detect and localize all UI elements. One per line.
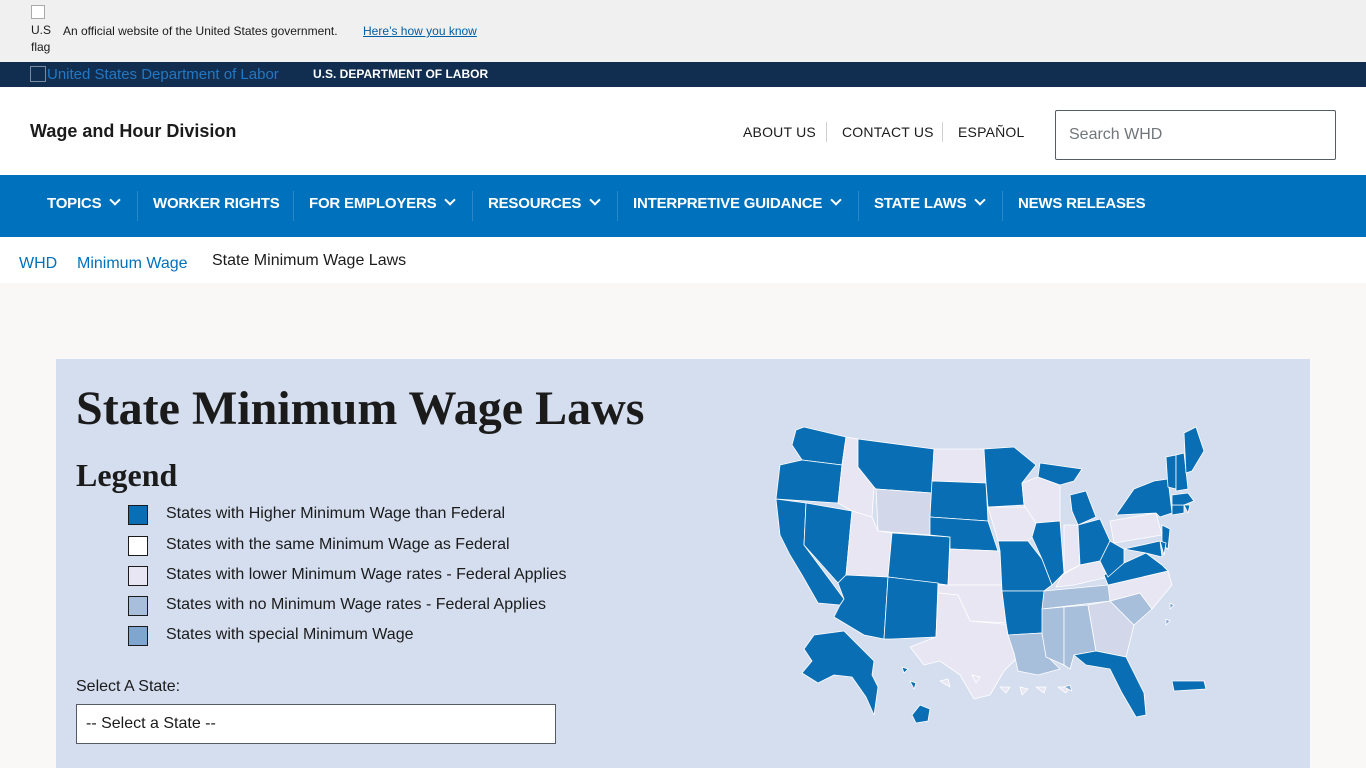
chevron-down-icon: [444, 194, 457, 206]
us-state-map[interactable]: [774, 425, 1214, 729]
state-washington: [791, 426, 847, 466]
select-state-label: Select A State:: [76, 678, 181, 695]
state-new-mexico: [883, 576, 939, 640]
territory-usvi: [939, 674, 1071, 696]
gov-banner: U.S flag An official website of the Unit…: [0, 0, 1366, 62]
legend-swatch: [128, 626, 148, 646]
legend-item-none: States with no Minimum Wage rates - Fede…: [128, 596, 648, 620]
breadcrumb-minimum-wage-link[interactable]: Minimum Wage: [77, 255, 188, 273]
legend-label: States with Higher Minimum Wage than Fed…: [166, 505, 506, 522]
dol-logo-alt-text: United States Department of Labor: [47, 66, 279, 83]
main-navigation: TOPICS WORKER RIGHTS FOR EMPLOYERS RESOU…: [0, 175, 1366, 237]
dol-agency-bar: United States Department of Labor U.S. D…: [0, 62, 1366, 87]
state-laws-panel: State Minimum Wage Laws Legend States wi…: [56, 359, 1310, 768]
site-header: Wage and Hour Division ABOUT US CONTACT …: [0, 87, 1366, 175]
legend-label: States with the same Minimum Wage as Fed…: [166, 536, 510, 553]
state-hawaii: [901, 666, 931, 724]
state-north-dakota: [931, 448, 987, 484]
nav-for-employers[interactable]: FOR EMPLOYERS: [309, 194, 457, 212]
legend-swatch: [128, 536, 148, 556]
state-oregon: [775, 459, 843, 504]
us-flag-alt-text: U.S flag: [31, 23, 52, 54]
breadcrumb-current-page: State Minimum Wage Laws: [212, 252, 407, 269]
page-title: State Minimum Wage Laws: [76, 382, 645, 435]
legend-swatch: [128, 596, 148, 616]
legend-swatch: [128, 505, 148, 525]
state-florida: [1073, 650, 1147, 718]
legend-title: Legend: [76, 457, 178, 493]
nav-for-employers-label: FOR EMPLOYERS: [309, 195, 437, 212]
nav-divider: [137, 191, 138, 221]
nav-topics[interactable]: TOPICS: [47, 194, 122, 212]
state-colorado: [887, 532, 951, 586]
legend-label: States with lower Minimum Wage rates - F…: [166, 566, 567, 583]
state-maine: [1183, 426, 1205, 474]
dol-logo[interactable]: United States Department of Labor: [30, 66, 279, 83]
contact-us-link[interactable]: CONTACT US: [842, 124, 934, 140]
chevron-down-icon: [589, 194, 601, 206]
nav-divider: [472, 191, 473, 221]
chevron-down-icon: [830, 194, 842, 206]
nav-worker-rights-label: WORKER RIGHTS: [153, 195, 280, 212]
search-input[interactable]: [1055, 110, 1336, 160]
nav-interpretive-guidance-label: INTERPRETIVE GUIDANCE: [633, 195, 823, 212]
chevron-down-icon: [974, 194, 987, 206]
site-title[interactable]: Wage and Hour Division: [30, 121, 236, 142]
nav-state-laws-label: STATE LAWS: [874, 195, 967, 212]
nav-state-laws[interactable]: STATE LAWS: [874, 194, 987, 212]
about-us-link[interactable]: ABOUT US: [743, 124, 816, 140]
state-wyoming: [875, 488, 933, 536]
utility-divider: [826, 122, 827, 142]
legend-item-same: States with the same Minimum Wage as Fed…: [128, 536, 648, 560]
nav-worker-rights[interactable]: WORKER RIGHTS: [153, 195, 280, 212]
state-kansas: [947, 548, 1003, 586]
how-you-know-link[interactable]: Here’s how you know: [363, 24, 477, 38]
nav-interpretive-guidance[interactable]: INTERPRETIVE GUIDANCE: [633, 194, 842, 212]
state-rhode-island: [1183, 504, 1191, 514]
utility-divider: [942, 122, 943, 142]
state-alaska: [801, 630, 879, 716]
nav-topics-label: TOPICS: [47, 195, 102, 212]
state-south-dakota: [929, 480, 989, 522]
state-new-york: [1115, 478, 1173, 518]
state-massachusetts: [1171, 492, 1195, 506]
us-flag-image: U.S flag: [31, 5, 57, 57]
state-arizona: [833, 574, 889, 640]
nav-divider: [617, 191, 618, 221]
state-arkansas: [1001, 590, 1045, 636]
state-select-dropdown[interactable]: -- Select a State --: [76, 704, 556, 744]
nav-resources-label: RESOURCES: [488, 195, 582, 212]
dol-agency-name[interactable]: U.S. DEPARTMENT OF LABOR: [313, 67, 488, 81]
espanol-link[interactable]: ESPAÑOL: [958, 124, 1025, 140]
breadcrumb: WHD Minimum Wage State Minimum Wage Laws: [0, 237, 1366, 283]
legend-item-higher: States with Higher Minimum Wage than Fed…: [128, 505, 648, 529]
legend-item-special: States with special Minimum Wage: [128, 626, 648, 650]
legend-item-lower: States with lower Minimum Wage rates - F…: [128, 566, 648, 590]
territory-puerto-rico: [1171, 680, 1207, 692]
legend-swatch: [128, 566, 148, 586]
state-indiana: [1063, 524, 1081, 574]
nav-resources[interactable]: RESOURCES: [488, 194, 601, 212]
chevron-down-icon: [109, 194, 122, 206]
official-website-text: An official website of the United States…: [63, 24, 338, 38]
legend-label: States with special Minimum Wage: [166, 626, 414, 643]
nav-divider: [858, 191, 859, 221]
legend-label: States with no Minimum Wage rates - Fede…: [166, 596, 547, 613]
state-pennsylvania: [1109, 512, 1163, 544]
nav-news-releases[interactable]: NEWS RELEASES: [1018, 195, 1146, 212]
state-vermont: [1165, 454, 1177, 490]
state-connecticut: [1171, 504, 1185, 516]
nav-news-releases-label: NEWS RELEASES: [1018, 195, 1146, 212]
breadcrumb-whd-link[interactable]: WHD: [19, 255, 57, 273]
nav-divider: [293, 191, 294, 221]
nav-divider: [1002, 191, 1003, 221]
